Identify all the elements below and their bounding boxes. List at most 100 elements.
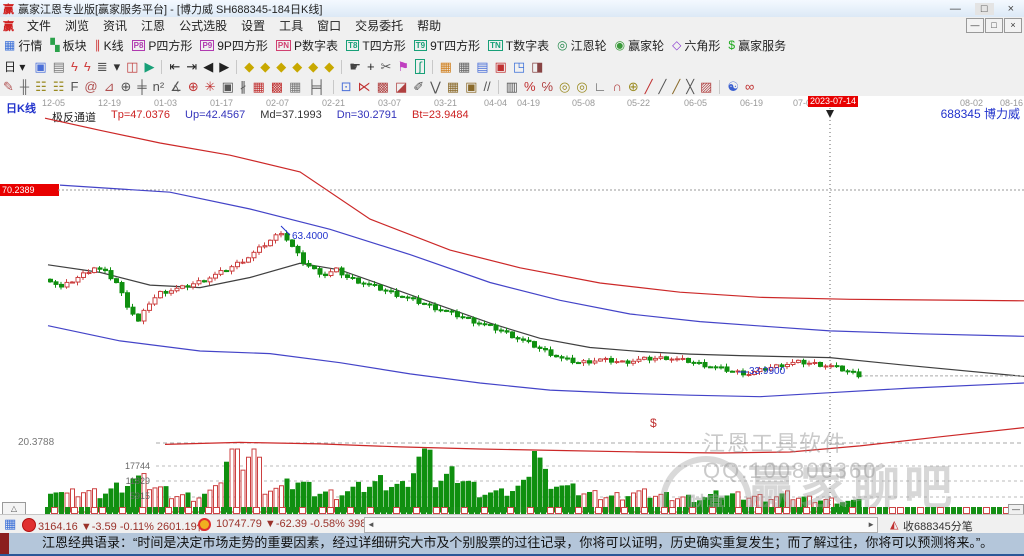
brush-icon[interactable]: ✎ — [3, 78, 14, 95]
menu-item-浏览[interactable]: 浏览 — [58, 17, 96, 34]
chip-distribution-icon[interactable]: ≣ — [97, 58, 108, 75]
percent-line-icon[interactable]: ℅ — [542, 78, 554, 95]
mdi-minimize-button[interactable]: — — [966, 18, 984, 33]
angle-ruler-icon[interactable]: ⊿ — [104, 78, 115, 95]
bars-tool-icon[interactable]: ▥ — [506, 78, 518, 95]
curve-tool-icon[interactable]: ∫ — [415, 59, 425, 74]
crosshair-tool-icon[interactable]: + — [367, 58, 375, 75]
frame-grid-icon[interactable]: ▦ — [289, 78, 301, 95]
percent-icon[interactable]: % — [524, 78, 536, 95]
arch-icon[interactable]: ∩ — [612, 78, 621, 95]
f-tool-icon[interactable]: F — [70, 78, 78, 95]
gann-grid-icon[interactable]: ╫ — [20, 78, 29, 95]
gann-diamond2-icon[interactable]: ◆ — [260, 58, 270, 75]
sh-index-quote[interactable]: 3164.16 ▼-3.59 -0.11% 2601.19亿 — [38, 518, 208, 534]
t-number-table-icon[interactable]: TNT数字表 — [488, 37, 549, 54]
target-cross-icon[interactable]: ⊕ — [188, 78, 199, 95]
pane-minimize-button[interactable]: — — [1008, 504, 1024, 514]
picture-box-icon[interactable]: ▣ — [222, 78, 234, 95]
infinity-icon[interactable]: ∞ — [745, 78, 754, 95]
menu-item-帮助[interactable]: 帮助 — [410, 17, 448, 34]
winner-wheel-icon[interactable]: ◉赢家轮 — [615, 37, 665, 54]
flag-tool-icon[interactable]: ⚑ — [397, 58, 409, 75]
gold-circle2-icon[interactable]: ◎ — [576, 78, 587, 95]
zigzag-down-icon[interactable]: ϟ — [84, 58, 91, 75]
gann-diamond5-icon[interactable]: ◆ — [308, 58, 318, 75]
compass-circle-icon[interactable]: ⊕ — [121, 78, 132, 95]
menu-item-资讯[interactable]: 资讯 — [96, 17, 134, 34]
winner-service-icon[interactable]: $赢家服务 — [728, 37, 786, 54]
cross-lines-icon[interactable]: ╳ — [686, 78, 694, 95]
menu-item-公式选股[interactable]: 公式选股 — [172, 17, 234, 34]
gold-cross-icon[interactable]: ⊕ — [628, 78, 639, 95]
sz-index-quote[interactable]: 10747.79 ▼-62.39 -0.58% 3988.04 — [216, 518, 388, 530]
p9-square-icon[interactable]: P99P四方形 — [200, 37, 267, 54]
period-button[interactable]: 日 ▾ — [4, 58, 25, 75]
spiral-icon[interactable]: @ — [84, 78, 97, 95]
menu-item-交易委托[interactable]: 交易委托 — [348, 17, 410, 34]
multi-chart-icon[interactable]: ◫ — [126, 58, 138, 75]
dropdown-caret-icon[interactable]: ▾ — [114, 58, 121, 75]
gann-diamond3-icon[interactable]: ◆ — [276, 58, 286, 75]
keyboard-icon[interactable]: ▦ — [4, 516, 16, 532]
sector-blocks-icon[interactable]: ▚板块 — [50, 37, 86, 54]
right-angle-icon[interactable]: ∟ — [594, 78, 607, 95]
red-grid1-icon[interactable]: ▦ — [252, 78, 264, 95]
tick-receiver-label[interactable]: 收688345分笔 — [903, 518, 973, 534]
export-icon[interactable]: ◳ — [513, 58, 525, 75]
starburst-icon[interactable]: ✳ — [205, 78, 216, 95]
calculator-icon[interactable]: ▦ — [458, 58, 470, 75]
polyline-icon[interactable]: ⋁ — [430, 78, 441, 95]
color-triangle-icon[interactable]: ▶ — [144, 58, 154, 75]
save-table-icon[interactable]: ▤ — [476, 58, 488, 75]
t9-square-icon[interactable]: T99T四方形 — [414, 37, 480, 54]
pen-line-icon[interactable]: ✐ — [413, 78, 424, 95]
go-first-icon[interactable]: ⇤ — [169, 58, 180, 75]
mdi-restore-button[interactable]: □ — [985, 18, 1003, 33]
pane-expander-button[interactable]: △ — [2, 502, 26, 514]
kline-icon[interactable]: ∥K线 — [95, 37, 124, 54]
slant-line3-icon[interactable]: ╱ — [672, 78, 680, 95]
sharp-grid-icon[interactable]: ▦ — [447, 78, 459, 95]
next-bar-icon[interactable]: ▶ — [219, 58, 229, 75]
gann-wheel-icon[interactable]: ◎江恩轮 — [557, 37, 607, 54]
menu-item-工具[interactable]: 工具 — [272, 17, 310, 34]
quote-grid-icon[interactable]: ▦行情 — [4, 37, 42, 54]
prev-bar-icon[interactable]: ◀ — [203, 58, 213, 75]
close-button[interactable]: × — [1008, 3, 1014, 15]
hexagon-icon[interactable]: ◇六角形 — [672, 37, 720, 54]
gann-diamond1-icon[interactable]: ◆ — [244, 58, 254, 75]
gold-circle1-icon[interactable]: ◎ — [559, 78, 570, 95]
h-scale-icon[interactable]: ╞╡ — [307, 78, 325, 95]
scroll-right-arrow[interactable]: ► — [867, 518, 875, 531]
scroll-left-arrow[interactable]: ◄ — [367, 518, 375, 531]
slant-line1-icon[interactable]: ╱ — [645, 78, 653, 95]
gann-diamond4-icon[interactable]: ◆ — [292, 58, 302, 75]
taiji-icon[interactable]: ☯ — [727, 78, 739, 95]
zigzag-up-icon[interactable]: ϟ — [71, 58, 78, 75]
hand-tool-icon[interactable]: ☛ — [349, 58, 361, 75]
n-squared-icon[interactable]: n² — [153, 78, 165, 95]
red-grid2-icon[interactable]: ▩ — [271, 78, 283, 95]
horizontal-scrollbar[interactable]: ◄ ► — [364, 517, 878, 533]
go-last-icon[interactable]: ⇥ — [186, 58, 197, 75]
angle-icon[interactable]: ∡ — [170, 78, 182, 95]
golden-box2-icon[interactable]: ☷ — [53, 78, 65, 95]
maximize-button[interactable]: □ — [975, 3, 994, 15]
gann-diamond6-icon[interactable]: ◆ — [324, 58, 334, 75]
shade-block-icon[interactable]: ▨ — [700, 78, 712, 95]
t-square-icon[interactable]: T8T四方形 — [346, 37, 406, 54]
transfer-icon[interactable]: ◨ — [531, 58, 543, 75]
parallel-lines-icon[interactable]: // — [483, 78, 490, 95]
box-grid-icon[interactable]: ▣ — [465, 78, 477, 95]
dense-grid-icon[interactable]: ╪ — [137, 78, 146, 95]
minimize-button[interactable]: — — [950, 3, 961, 15]
window-style-icon[interactable]: ▣ — [34, 58, 46, 75]
cut-tool-icon[interactable]: ✂ — [381, 58, 392, 75]
menu-item-江恩[interactable]: 江恩 — [134, 17, 172, 34]
ray-fan-icon[interactable]: ⋉ — [358, 78, 371, 95]
sh-index-icon[interactable] — [22, 518, 36, 532]
save-icon[interactable]: ▣ — [495, 58, 507, 75]
golden-box1-icon[interactable]: ☷ — [35, 78, 47, 95]
blue-rect-icon[interactable]: ⊡ — [341, 78, 352, 95]
